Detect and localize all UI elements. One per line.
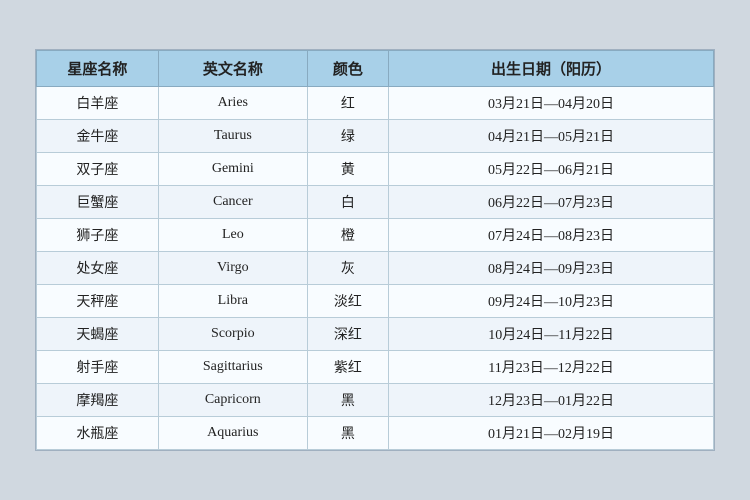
cell-color: 白 (307, 186, 388, 219)
cell-color: 橙 (307, 219, 388, 252)
cell-en-name: Cancer (158, 186, 307, 219)
cell-date: 07月24日—08月23日 (389, 219, 714, 252)
cell-color: 黑 (307, 417, 388, 450)
table-row: 天秤座Libra淡红09月24日—10月23日 (37, 285, 714, 318)
cell-color: 红 (307, 87, 388, 120)
cell-zh-name: 巨蟹座 (37, 186, 159, 219)
cell-zh-name: 天秤座 (37, 285, 159, 318)
cell-date: 03月21日—04月20日 (389, 87, 714, 120)
cell-date: 09月24日—10月23日 (389, 285, 714, 318)
cell-en-name: Aquarius (158, 417, 307, 450)
cell-en-name: Sagittarius (158, 351, 307, 384)
cell-zh-name: 双子座 (37, 153, 159, 186)
header-color: 颜色 (307, 51, 388, 87)
cell-en-name: Leo (158, 219, 307, 252)
cell-color: 紫红 (307, 351, 388, 384)
cell-zh-name: 射手座 (37, 351, 159, 384)
cell-en-name: Scorpio (158, 318, 307, 351)
cell-zh-name: 天蝎座 (37, 318, 159, 351)
table-row: 白羊座Aries红03月21日—04月20日 (37, 87, 714, 120)
cell-en-name: Taurus (158, 120, 307, 153)
cell-date: 10月24日—11月22日 (389, 318, 714, 351)
table-row: 射手座Sagittarius紫红11月23日—12月22日 (37, 351, 714, 384)
cell-zh-name: 金牛座 (37, 120, 159, 153)
header-zh-name: 星座名称 (37, 51, 159, 87)
cell-color: 深红 (307, 318, 388, 351)
cell-date: 04月21日—05月21日 (389, 120, 714, 153)
header-date: 出生日期（阳历） (389, 51, 714, 87)
cell-date: 11月23日—12月22日 (389, 351, 714, 384)
cell-zh-name: 白羊座 (37, 87, 159, 120)
table-row: 巨蟹座Cancer白06月22日—07月23日 (37, 186, 714, 219)
cell-date: 08月24日—09月23日 (389, 252, 714, 285)
cell-date: 12月23日—01月22日 (389, 384, 714, 417)
cell-en-name: Aries (158, 87, 307, 120)
cell-en-name: Virgo (158, 252, 307, 285)
cell-zh-name: 处女座 (37, 252, 159, 285)
cell-en-name: Gemini (158, 153, 307, 186)
zodiac-table: 星座名称 英文名称 颜色 出生日期（阳历） 白羊座Aries红03月21日—04… (36, 50, 714, 450)
header-en-name: 英文名称 (158, 51, 307, 87)
table-row: 水瓶座Aquarius黑01月21日—02月19日 (37, 417, 714, 450)
table-row: 摩羯座Capricorn黑12月23日—01月22日 (37, 384, 714, 417)
table-header-row: 星座名称 英文名称 颜色 出生日期（阳历） (37, 51, 714, 87)
cell-color: 绿 (307, 120, 388, 153)
zodiac-table-wrapper: 星座名称 英文名称 颜色 出生日期（阳历） 白羊座Aries红03月21日—04… (35, 49, 715, 451)
cell-zh-name: 狮子座 (37, 219, 159, 252)
cell-color: 黑 (307, 384, 388, 417)
table-row: 双子座Gemini黄05月22日—06月21日 (37, 153, 714, 186)
table-row: 金牛座Taurus绿04月21日—05月21日 (37, 120, 714, 153)
table-row: 狮子座Leo橙07月24日—08月23日 (37, 219, 714, 252)
cell-en-name: Libra (158, 285, 307, 318)
cell-color: 淡红 (307, 285, 388, 318)
cell-date: 01月21日—02月19日 (389, 417, 714, 450)
table-row: 天蝎座Scorpio深红10月24日—11月22日 (37, 318, 714, 351)
cell-date: 05月22日—06月21日 (389, 153, 714, 186)
cell-en-name: Capricorn (158, 384, 307, 417)
cell-zh-name: 摩羯座 (37, 384, 159, 417)
table-row: 处女座Virgo灰08月24日—09月23日 (37, 252, 714, 285)
cell-zh-name: 水瓶座 (37, 417, 159, 450)
cell-date: 06月22日—07月23日 (389, 186, 714, 219)
cell-color: 黄 (307, 153, 388, 186)
cell-color: 灰 (307, 252, 388, 285)
